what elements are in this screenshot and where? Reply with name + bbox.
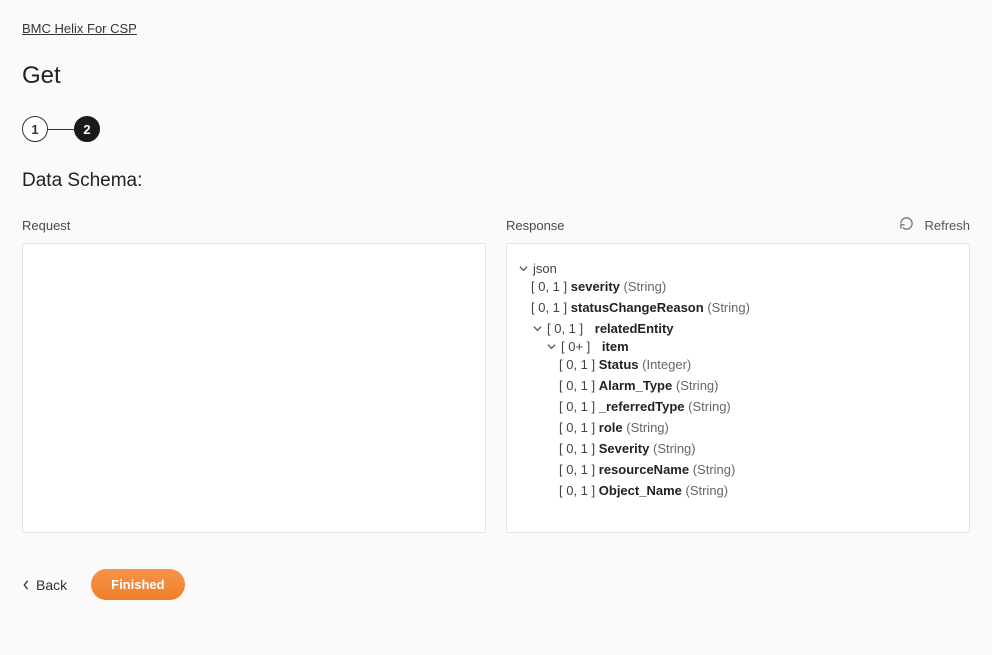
tree-leaf[interactable]: [ 0, 1 ] severity (String)	[531, 276, 959, 297]
page-title: Get	[22, 62, 970, 90]
step-connector	[48, 129, 74, 130]
step-1[interactable]: 1	[22, 116, 48, 142]
back-button[interactable]: Back	[22, 577, 67, 593]
tree-node-json[interactable]: json	[517, 261, 959, 276]
back-label: Back	[36, 577, 67, 593]
tree-leaf[interactable]: [ 0, 1 ] Object_Name (String)	[559, 480, 959, 501]
tree-leaf[interactable]: [ 0, 1 ] role (String)	[559, 417, 959, 438]
stepper: 1 2	[22, 116, 970, 142]
response-label: Response	[506, 218, 970, 233]
chevron-down-icon[interactable]	[545, 342, 557, 351]
section-title: Data Schema:	[22, 170, 970, 192]
tree-leaf[interactable]: [ 0, 1 ] resourceName (String)	[559, 459, 959, 480]
tree-node-item[interactable]: [ 0+ ] item	[545, 339, 959, 354]
tree-leaf[interactable]: [ 0, 1 ] statusChangeReason (String)	[531, 297, 959, 318]
tree-root-label: json	[533, 261, 557, 276]
tree-leaf[interactable]: [ 0, 1 ] Alarm_Type (String)	[559, 375, 959, 396]
tree-leaf[interactable]: [ 0, 1 ] Status (Integer)	[559, 354, 959, 375]
tree-node-relatedentity[interactable]: [ 0, 1 ] relatedEntity	[531, 321, 959, 336]
response-panel: json [ 0, 1 ] severity (String) [ 0, 1 ]…	[506, 243, 970, 533]
request-label: Request	[22, 218, 486, 233]
breadcrumb[interactable]: BMC Helix For CSP	[22, 21, 137, 36]
finished-button[interactable]: Finished	[91, 569, 184, 600]
tree-leaf[interactable]: [ 0, 1 ] Severity (String)	[559, 438, 959, 459]
tree-leaf[interactable]: [ 0, 1 ] _referredType (String)	[559, 396, 959, 417]
chevron-down-icon[interactable]	[517, 264, 529, 273]
chevron-left-icon	[22, 577, 30, 593]
chevron-down-icon[interactable]	[531, 324, 543, 333]
request-panel	[22, 243, 486, 533]
step-2[interactable]: 2	[74, 116, 100, 142]
